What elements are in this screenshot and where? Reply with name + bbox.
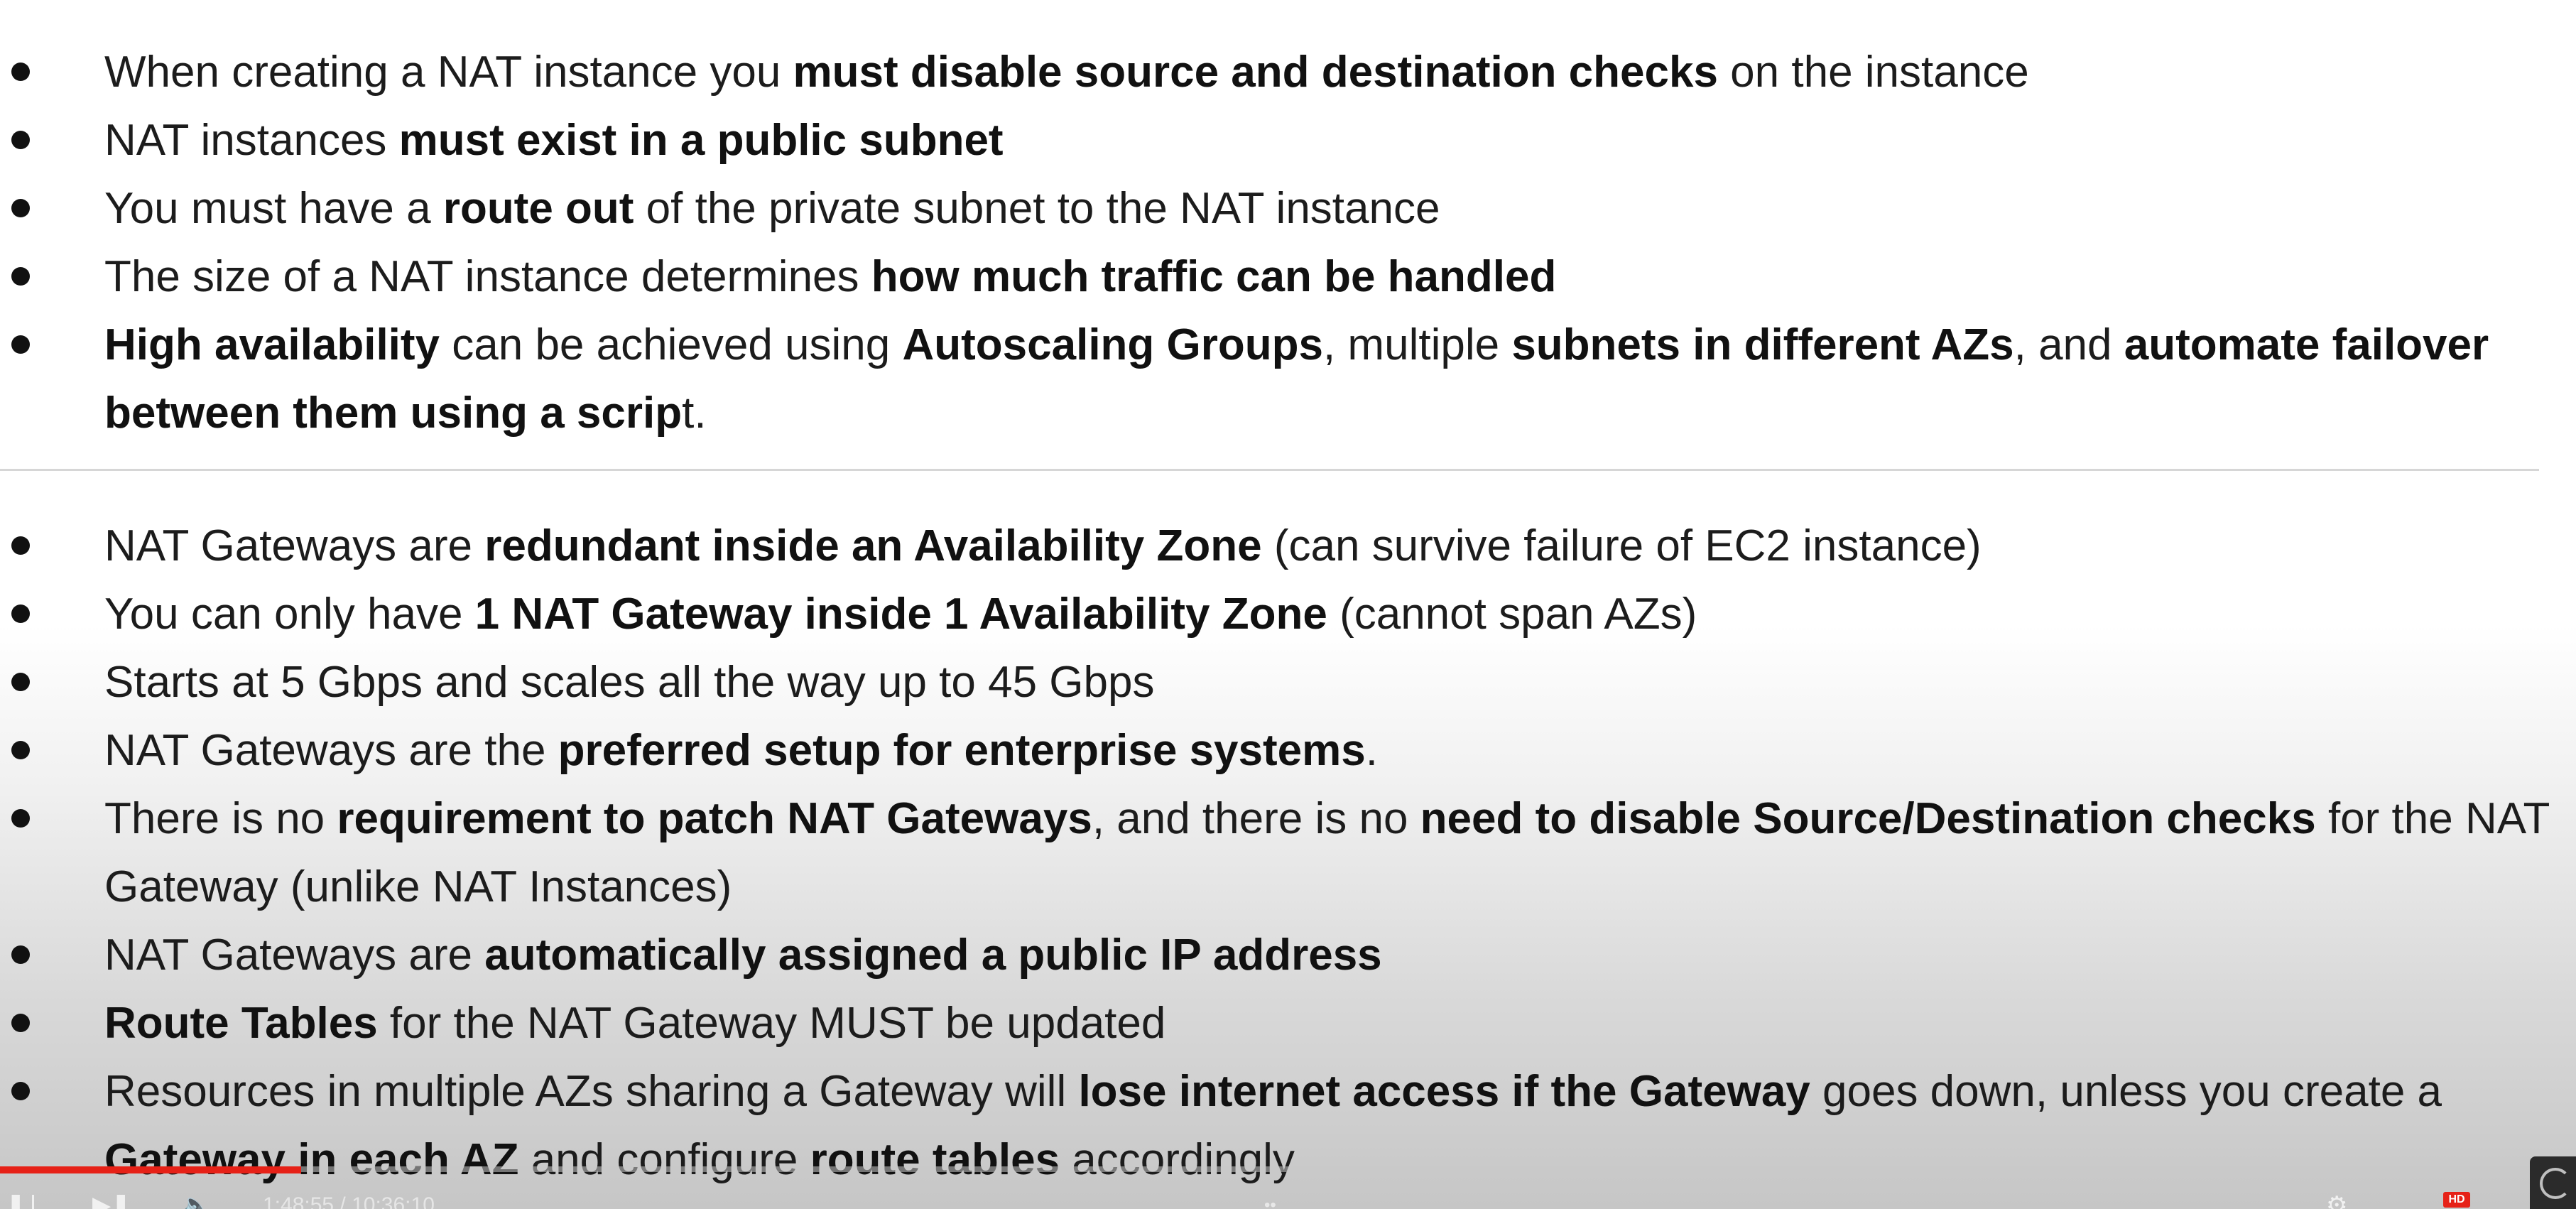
nat-instance-bullet-item: You must have a route out of the private… (0, 175, 2576, 243)
text: When creating a NAT instance you (104, 48, 793, 97)
text: NAT Gateways are (104, 931, 485, 980)
text: t. (682, 389, 707, 438)
spinner-icon (2540, 1168, 2571, 1199)
nat-gateway-bullet-item: Starts at 5 Gbps and scales all the way … (0, 649, 2576, 717)
bullet-icon (11, 673, 30, 691)
text: You can only have (104, 590, 475, 639)
next-icon[interactable]: ▶❚ (92, 1195, 135, 1209)
time-display: 1:48:55 / 10:36:10 (263, 1195, 435, 1209)
nat-gateway-bullet-item: There is no requirement to patch NAT Gat… (0, 785, 2576, 921)
bullet-icon (11, 131, 30, 149)
text: Starts at 5 Gbps and scales all the way … (104, 658, 1155, 707)
bold-text: must exist in a public subnet (398, 116, 1004, 165)
bold-text: Route Tables (104, 999, 378, 1048)
text: , and there is no (1092, 794, 1420, 843)
settings-icon[interactable]: ⚙ (2326, 1195, 2376, 1209)
nat-gateway-bullet-item: NAT Gateways are automatically assigned … (0, 921, 2576, 990)
text: There is no (104, 794, 337, 843)
text: NAT Gateways are (104, 521, 485, 570)
chapter-separator-icon: •• (1264, 1196, 1276, 1209)
play-icon[interactable]: ❚❚ (6, 1195, 34, 1209)
bullet-icon (11, 604, 30, 623)
bold-text: how much traffic can be handled (871, 252, 1557, 301)
bullet-icon (11, 1014, 30, 1032)
bullet-icon (11, 809, 30, 828)
progress-bar[interactable] (0, 1166, 302, 1173)
nat-gateway-bullet-item: Route Tables for the NAT Gateway MUST be… (0, 990, 2576, 1058)
text: Resources in multiple AZs sharing a Gate… (104, 1067, 1079, 1116)
text: (can survive failure of EC2 instance) (1261, 521, 1982, 570)
bullet-icon (11, 741, 30, 759)
video-player-controls: ❚❚ ▶❚ 🔈 1:48:55 / 10:36:10 •• ⚙ (0, 1158, 2576, 1209)
nat-instance-bullet-item: When creating a NAT instance you must di… (0, 38, 2576, 107)
section-divider (0, 469, 2539, 471)
bold-text: High availability (104, 320, 440, 369)
nat-gateway-bullet-item: NAT Gateways are the preferred setup for… (0, 717, 2576, 785)
text: . (1365, 726, 1378, 775)
bold-text: Autoscaling Groups (902, 320, 1323, 369)
bold-text: preferred setup for enterprise systems (558, 726, 1366, 775)
bullet-icon (11, 945, 30, 964)
text: goes down, unless you create a (1810, 1067, 2442, 1116)
bullet-icon (11, 335, 30, 354)
slide: When creating a NAT instance you must di… (0, 0, 2576, 1209)
text: on the instance (1717, 48, 2029, 97)
text: can be achieved using (440, 320, 903, 369)
video-frame: When creating a NAT instance you must di… (0, 0, 2576, 1209)
bullet-icon (11, 1082, 30, 1100)
hd-badge: HD (2443, 1192, 2470, 1208)
nat-instance-list: When creating a NAT instance you must di… (0, 38, 2576, 448)
loading-icon[interactable] (2530, 1156, 2576, 1209)
bold-text: need to disable Source/Destination check… (1420, 794, 2316, 843)
bold-text: subnets in different AZs (1511, 320, 2014, 369)
text: NAT Gateways are the (104, 726, 558, 775)
bold-text: 1 NAT Gateway inside 1 Availability Zone (474, 590, 1327, 639)
bold-text: route out (442, 184, 634, 233)
text: The size of a NAT instance determines (104, 252, 871, 301)
nat-gateway-bullet-item: NAT Gateways are redundant inside an Ava… (0, 512, 2576, 580)
text: NAT instances (104, 116, 399, 165)
text: You must have a (104, 184, 443, 233)
bullet-icon (11, 536, 30, 555)
text: of the private subnet to the NAT instanc… (634, 184, 1440, 233)
nat-gateway-list: NAT Gateways are redundant inside an Ava… (0, 512, 2576, 1194)
nat-gateway-bullet-item: You can only have 1 NAT Gateway inside 1… (0, 580, 2576, 649)
progress-track[interactable] (0, 1166, 2576, 1172)
bullet-icon (11, 199, 30, 217)
bold-text: lose internet access if the Gateway (1078, 1067, 1810, 1116)
nat-instance-bullet-item: NAT instances must exist in a public sub… (0, 107, 2576, 175)
bold-text: automatically assigned a public IP addre… (484, 931, 1382, 980)
bullet-icon (11, 267, 30, 286)
text: for the NAT Gateway MUST be updated (377, 999, 1166, 1048)
bold-text: must disable source and destination chec… (793, 48, 1718, 97)
bold-text: redundant inside an Availability Zone (484, 521, 1262, 570)
text: (cannot span AZs) (1327, 590, 1697, 639)
nat-instance-bullet-item: The size of a NAT instance determines ho… (0, 243, 2576, 311)
text: , and (2013, 320, 2124, 369)
text: , multiple (1322, 320, 1512, 369)
nat-instance-bullet-item: High availability can be achieved using … (0, 311, 2576, 448)
bold-text: requirement to patch NAT Gateways (337, 794, 1092, 843)
bullet-icon (11, 63, 30, 81)
volume-icon[interactable]: 🔈 (181, 1195, 231, 1209)
